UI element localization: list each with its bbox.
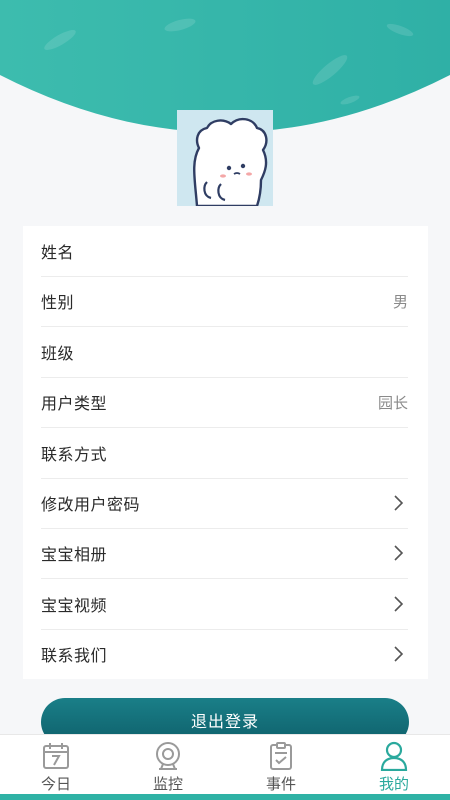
chevron-right-icon bbox=[394, 495, 404, 511]
user-type-row[interactable]: 用户类型 园长 bbox=[23, 377, 428, 427]
baby-video-row[interactable]: 宝宝视频 bbox=[23, 579, 428, 629]
change-password-row[interactable]: 修改用户密码 bbox=[23, 478, 428, 528]
calendar-icon bbox=[43, 743, 69, 769]
profile-info-card: 姓名 性别 男 班级 用户类型 园长 联系方式 修改用户密码 宝宝相册 宝宝视频 bbox=[23, 226, 428, 679]
avatar[interactable] bbox=[177, 110, 273, 206]
tab-label: 我的 bbox=[378, 775, 409, 793]
bottom-accent-strip bbox=[0, 794, 450, 800]
chevron-right-icon bbox=[394, 596, 404, 612]
contact-us-row[interactable]: 联系我们 bbox=[23, 629, 428, 679]
tab-label: 今日 bbox=[40, 775, 71, 793]
camera-icon bbox=[156, 742, 180, 770]
baby-album-label: 宝宝相册 bbox=[41, 545, 108, 564]
gender-row[interactable]: 性别 男 bbox=[23, 276, 428, 326]
person-icon bbox=[380, 741, 408, 771]
contact-info-row[interactable]: 联系方式 bbox=[23, 428, 428, 478]
user-type-value: 园长 bbox=[377, 393, 408, 412]
tab-events[interactable]: 事件 bbox=[225, 735, 337, 795]
name-row[interactable]: 姓名 bbox=[23, 226, 428, 276]
contact-info-label: 联系方式 bbox=[41, 445, 108, 464]
baby-album-row[interactable]: 宝宝相册 bbox=[23, 528, 428, 578]
gender-label: 性别 bbox=[41, 293, 75, 312]
bottom-tab-bar: 今日 监控 事件 我的 bbox=[0, 734, 450, 795]
tab-today[interactable]: 今日 bbox=[0, 735, 112, 795]
tab-monitor[interactable]: 监控 bbox=[112, 735, 224, 795]
chevron-right-icon bbox=[394, 545, 404, 561]
change-password-label: 修改用户密码 bbox=[41, 495, 141, 514]
class-label: 班级 bbox=[41, 344, 75, 363]
tab-mine[interactable]: 我的 bbox=[338, 735, 450, 795]
contact-us-label: 联系我们 bbox=[41, 646, 108, 665]
gender-value: 男 bbox=[392, 292, 408, 311]
tab-label: 事件 bbox=[265, 775, 296, 793]
baby-video-label: 宝宝视频 bbox=[41, 596, 108, 615]
name-label: 姓名 bbox=[41, 243, 75, 262]
user-type-label: 用户类型 bbox=[41, 394, 108, 413]
class-row[interactable]: 班级 bbox=[23, 327, 428, 377]
chevron-right-icon bbox=[394, 646, 404, 662]
clipboard-icon bbox=[270, 742, 292, 770]
tab-label: 监控 bbox=[152, 775, 183, 793]
